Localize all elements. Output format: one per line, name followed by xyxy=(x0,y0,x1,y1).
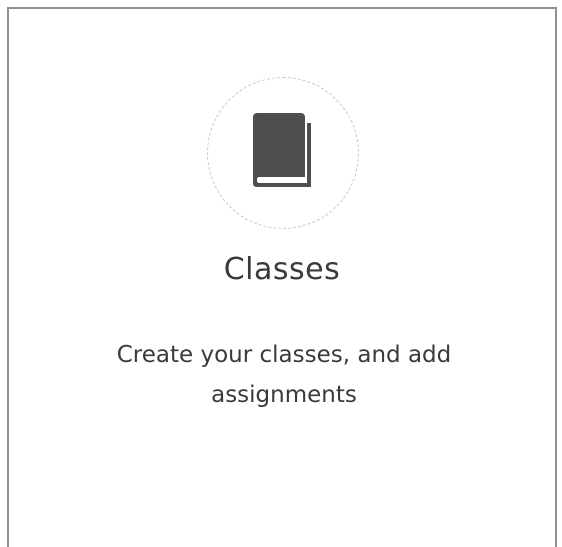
card-description: Create your classes, and add assignments xyxy=(116,342,452,408)
card-title: Classes xyxy=(223,252,341,287)
icon-circle xyxy=(207,77,359,229)
classes-card[interactable]: Classes Create your classes, and add ass… xyxy=(7,7,557,547)
book-icon xyxy=(249,111,317,196)
